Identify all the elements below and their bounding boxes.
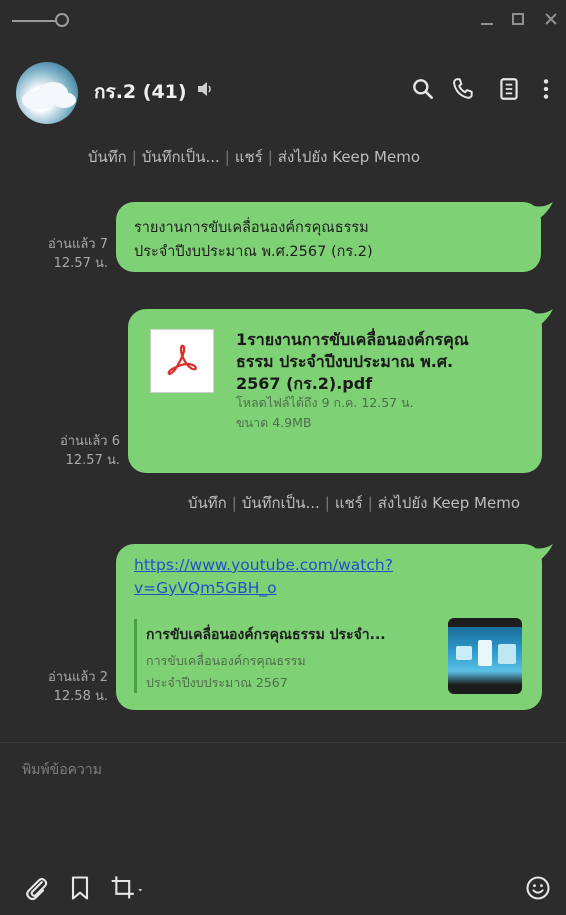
keep-memo-action[interactable]: ส่งไปยัง Keep Memo [278, 148, 420, 166]
maximize-icon[interactable] [507, 8, 529, 30]
message-text: รายงานการขับเคลื่อนองค์กรคุณธรรม [134, 220, 369, 236]
keep-memo-action[interactable]: ส่งไปยัง Keep Memo [378, 494, 520, 512]
link-preview-description: การขับเคลื่อนองค์กรคุณธรรม ประจำปีงบประม… [146, 653, 306, 690]
divider: | [224, 148, 230, 166]
notes-icon[interactable] [496, 76, 522, 102]
speaker-icon[interactable] [196, 81, 214, 97]
file-size: ขนาด 4.9MB [236, 415, 312, 430]
share-action[interactable]: แชร์ [335, 494, 363, 512]
call-icon[interactable] [450, 76, 476, 102]
divider: | [367, 494, 373, 512]
group-name[interactable]: กร.2 (41) [94, 77, 187, 107]
link-preview-thumbnail[interactable] [448, 618, 522, 694]
bubble-tail [534, 202, 553, 218]
message-meta: อ่านแล้ว 2 12.58 น. [8, 668, 108, 706]
preview-accent-bar [134, 619, 137, 693]
file-name[interactable]: 1รายงานการขับเคลื่อนองค์กรคุณ ธรรม ประจำ… [236, 329, 536, 395]
divider: | [131, 148, 137, 166]
divider: | [267, 148, 273, 166]
read-count: อ่านแล้ว 7 [47, 237, 108, 252]
message-meta: อ่านแล้ว 6 12.57 น. [20, 432, 120, 470]
save-action[interactable]: บันทึก [88, 148, 127, 166]
link-preview-title[interactable]: การขับเคลื่อนองค์กรคุณธรรม ประจำ... [146, 624, 386, 646]
link-message-bubble: https://www.youtube.com/watch? v=GyVQm5G… [116, 544, 542, 710]
file-download-expiry: โหลดไฟล์ได้ถึง 9 ก.ค. 12.57 น. [236, 395, 414, 410]
save-as-action[interactable]: บันทึกเป็น... [142, 148, 220, 166]
search-icon[interactable] [410, 76, 436, 102]
minimize-icon[interactable] [476, 8, 498, 30]
bookmark-icon[interactable] [66, 874, 94, 902]
more-options-icon[interactable] [533, 76, 559, 102]
divider: | [231, 494, 237, 512]
title-bar [0, 0, 566, 36]
message-meta: อ่านแล้ว 7 12.57 น. [8, 235, 108, 273]
share-action[interactable]: แชร์ [235, 148, 263, 166]
save-as-action[interactable]: บันทึกเป็น... [242, 494, 320, 512]
message-text: ประจำปีงบประมาณ พ.ศ.2567 (กร.2) [134, 244, 373, 260]
close-icon[interactable] [540, 8, 562, 30]
read-count: อ่านแล้ว 6 [59, 434, 120, 449]
pdf-file-icon [150, 329, 214, 393]
attach-icon[interactable] [22, 874, 50, 902]
message-bubble[interactable]: รายงานการขับเคลื่อนองค์กรคุณธรรม ประจำปี… [116, 202, 541, 272]
read-count: อ่านแล้ว 2 [47, 670, 108, 685]
message-input[interactable] [22, 762, 522, 778]
message-time: 12.57 น. [53, 256, 108, 271]
group-avatar[interactable] [16, 62, 78, 124]
composer-divider [0, 742, 566, 743]
file-message-bubble[interactable]: 1รายงานการขับเคลื่อนองค์กรคุณ ธรรม ประจำ… [128, 309, 542, 473]
divider: | [324, 494, 330, 512]
screenshot-crop-icon[interactable] [108, 874, 148, 902]
chat-window: กร.2 (41) บันทึก | บันทึกเป็น... | แชร์ | ส่งไ… [0, 0, 566, 915]
youtube-link[interactable]: https://www.youtube.com/watch? v=GyVQm5G… [134, 554, 434, 600]
chat-header: กร.2 (41) [0, 50, 566, 130]
message-time: 12.57 น. [65, 453, 120, 468]
file-actions-row: บันทึก | บันทึกเป็น... | แชร์ | ส่งไปยัง Keep … [188, 491, 520, 515]
emoji-icon[interactable] [524, 874, 552, 902]
file-actions-row: บันทึก | บันทึกเป็น... | แชร์ | ส่งไปยัง Keep … [88, 145, 420, 169]
message-time: 12.58 น. [53, 689, 108, 704]
file-info: โหลดไฟล์ได้ถึง 9 ก.ค. 12.57 น. ขนาด 4.9M… [236, 393, 414, 433]
save-action[interactable]: บันทึก [188, 494, 227, 512]
bubble-tail [534, 309, 553, 325]
bubble-tail [534, 544, 553, 560]
